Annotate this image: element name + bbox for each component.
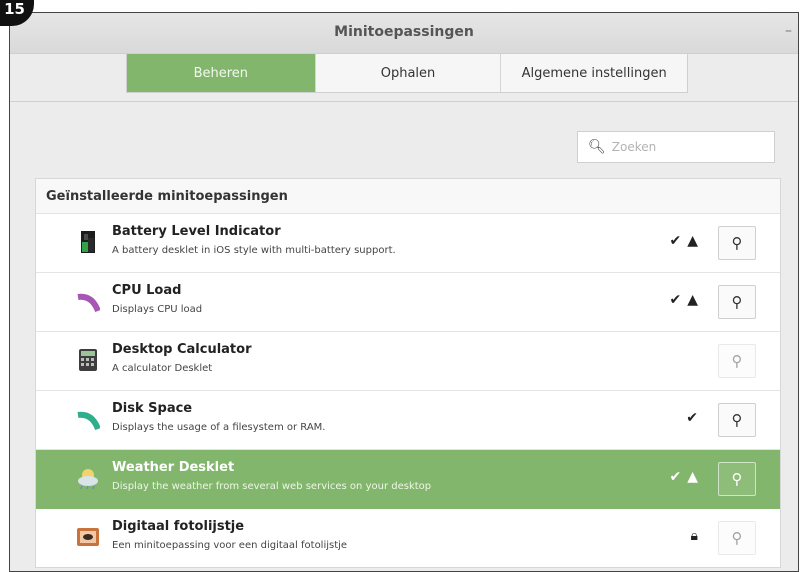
configure-button[interactable]: ⚲ — [718, 344, 756, 378]
minimize-button[interactable]: – — [785, 23, 792, 39]
disk-arc-icon — [77, 411, 100, 431]
item-name: Desktop Calculator — [112, 342, 252, 357]
configure-button[interactable]: ⚲ — [718, 403, 756, 437]
status-icons: ✔ ▲ — [669, 293, 698, 307]
status-icons: 🔒︎ — [691, 529, 698, 543]
item-description: Een minitoepassing voor een digitaal fot… — [112, 540, 348, 551]
wrench-icon: ⚲ — [731, 469, 743, 488]
warning-icon: ▲ — [687, 233, 698, 249]
wrench-icon: ⚲ — [731, 410, 743, 429]
item-name: Battery Level Indicator — [112, 224, 281, 239]
item-name: Disk Space — [112, 401, 193, 416]
search-icon: 🔍︎ — [588, 139, 606, 155]
list-item-cpu-load[interactable]: CPU Load Displays CPU load ✔ ▲ ⚲ — [36, 273, 780, 332]
list-item-disk-space[interactable]: Disk Space Displays the usage of a files… — [36, 391, 780, 450]
item-description: Displays the usage of a filesystem or RA… — [112, 422, 326, 433]
configure-button[interactable]: ⚲ — [718, 285, 756, 319]
wrench-icon: ⚲ — [731, 528, 743, 547]
wrench-icon: ⚲ — [731, 233, 743, 252]
wrench-icon: ⚲ — [731, 351, 743, 370]
configure-button[interactable]: ⚲ — [718, 462, 756, 496]
calculator-icon — [79, 349, 97, 371]
step-number: 15 — [4, 0, 25, 18]
check-icon: ✔ — [669, 233, 682, 249]
lock-icon: 🔒︎ — [690, 528, 698, 544]
photo-frame-icon — [77, 528, 99, 546]
desklets-window: Minitoepassingen – Beheren Ophalen Algem… — [9, 12, 799, 572]
item-name: CPU Load — [112, 283, 182, 298]
item-name: Digitaal fotolijstje — [112, 519, 245, 534]
status-icons: ✔ — [686, 411, 698, 425]
status-icons: ✔ ▲ — [669, 470, 698, 484]
check-icon: ✔ — [669, 469, 682, 485]
configure-button[interactable]: ⚲ — [718, 226, 756, 260]
status-icons: ✔ ▲ — [669, 234, 698, 248]
list-item-desktop-calculator[interactable]: Desktop Calculator A calculator Desklet … — [36, 332, 780, 391]
tab-download[interactable]: Ophalen — [314, 54, 501, 92]
battery-icon — [81, 231, 95, 253]
list-header: Geïnstalleerde minitoepassingen — [36, 179, 780, 214]
check-icon: ✔ — [669, 292, 682, 308]
warning-icon: ▲ — [687, 292, 698, 308]
title-bar: Minitoepassingen – — [10, 13, 798, 54]
window-title: Minitoepassingen — [334, 24, 474, 40]
tab-bar: Beheren Ophalen Algemene instellingen — [126, 53, 688, 93]
tab-general-settings[interactable]: Algemene instellingen — [500, 54, 687, 92]
weather-icon — [78, 469, 98, 490]
list-item-digitaal-fotolijstje[interactable]: Digitaal fotolijstje Een minitoepassing … — [36, 509, 780, 567]
item-description: A battery desklet in iOS style with mult… — [112, 245, 396, 256]
item-description: Displays CPU load — [112, 304, 203, 315]
toolbar-divider — [10, 101, 798, 102]
installed-desklets-list: Geïnstalleerde minitoepassingen Battery … — [35, 178, 781, 568]
list-item-weather-desklet[interactable]: Weather Desklet Display the weather from… — [36, 450, 780, 509]
tab-manage[interactable]: Beheren — [127, 54, 315, 92]
cpu-arc-icon — [77, 293, 100, 313]
warning-icon: ▲ — [687, 469, 698, 485]
search-input[interactable] — [611, 140, 762, 154]
list-item-battery-level-indicator[interactable]: Battery Level Indicator A battery deskle… — [36, 214, 780, 273]
check-icon: ✔ — [686, 410, 698, 426]
wrench-icon: ⚲ — [731, 292, 743, 311]
item-description: Display the weather from several web ser… — [112, 481, 432, 492]
search-box[interactable]: 🔍︎ — [577, 131, 775, 163]
item-description: A calculator Desklet — [112, 363, 213, 374]
item-name: Weather Desklet — [112, 460, 235, 475]
